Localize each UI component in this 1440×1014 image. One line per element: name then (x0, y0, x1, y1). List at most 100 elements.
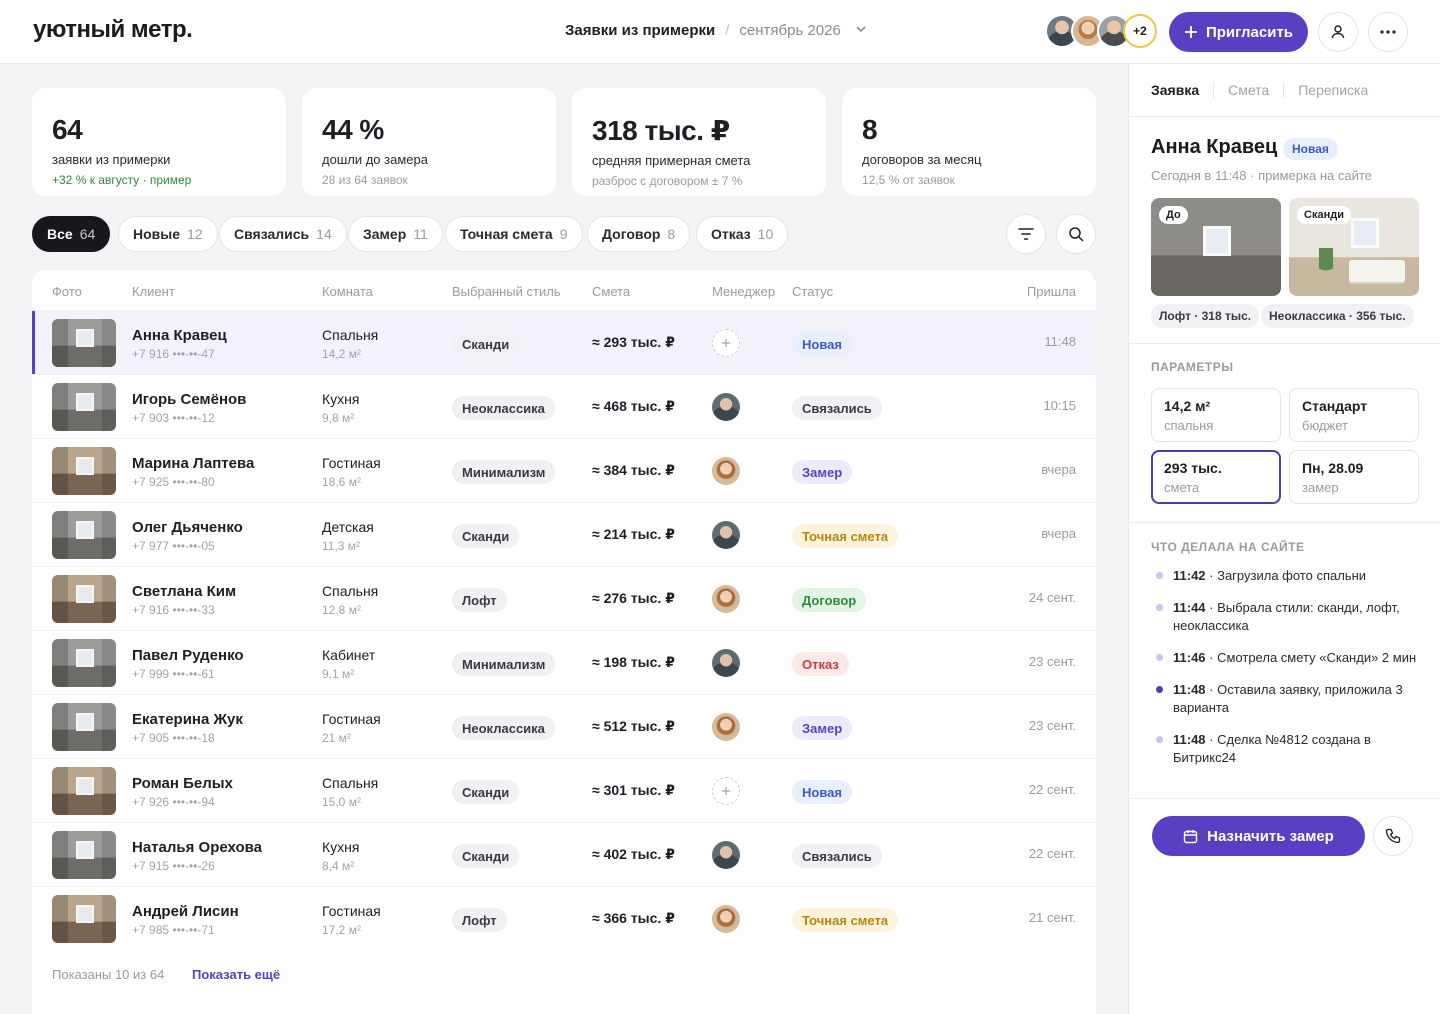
status-badge[interactable]: Точная смета (792, 524, 899, 548)
room-area: 12,8 м² (322, 603, 361, 617)
status-badge[interactable]: Связались (792, 396, 882, 420)
tab-request[interactable]: Заявка (1151, 82, 1215, 98)
variant-caption[interactable]: Неоклассика · 356 тыс. (1261, 304, 1414, 328)
status-badge[interactable]: Отказ (792, 652, 849, 676)
client-name[interactable]: Марина Лаптева (132, 455, 254, 472)
column-header[interactable]: Статус (792, 284, 833, 299)
divider (1129, 343, 1440, 344)
status-badge[interactable]: Замер (792, 460, 853, 484)
avatars-more[interactable]: +2 (1123, 14, 1157, 48)
filter-button[interactable] (1006, 214, 1046, 254)
style-tag: Сканди (452, 844, 520, 868)
room-thumbnail[interactable] (52, 831, 116, 879)
table-row[interactable]: Екатерина Жук +7 905 •••-••-18 Гостиная 21 … (32, 694, 1096, 758)
room-thumbnail[interactable] (52, 639, 116, 687)
room-thumbnail[interactable] (52, 575, 116, 623)
client-name[interactable]: Роман Белых (132, 775, 233, 792)
tab-chat[interactable]: Переписка (1298, 82, 1382, 98)
filter-contract[interactable]: Договор 8 (587, 216, 691, 252)
table-row[interactable]: Марина Лаптева +7 925 •••-••-80 Гостиная 18… (32, 438, 1096, 502)
variant-caption[interactable]: Лофт · 318 тыс. (1151, 304, 1260, 328)
client-name[interactable]: Павел Руденко (132, 647, 244, 664)
room-area: 11,3 м² (322, 539, 361, 553)
status-badge[interactable]: Связались (792, 844, 882, 868)
style-tag: Минимализм (452, 460, 556, 484)
client-name[interactable]: Олег Дьяченко (132, 519, 243, 536)
filter-new[interactable]: Новые 12 (118, 216, 218, 252)
show-more-link[interactable]: Показать ещё (192, 967, 280, 982)
client-phone: +7 903 •••-••-12 (132, 411, 215, 425)
tab-estimate[interactable]: Смета (1228, 82, 1285, 98)
filter-all[interactable]: Все 64 (32, 216, 111, 252)
photo-before[interactable]: До (1151, 198, 1281, 296)
column-header[interactable]: Пришла (1027, 284, 1076, 299)
status-badge[interactable]: Точная смета (792, 908, 899, 932)
column-header[interactable]: Клиент (132, 284, 175, 299)
column-header[interactable]: Менеджер (712, 284, 775, 299)
table-row[interactable]: Роман Белых +7 926 •••-••-94 Спальня 15,0 м… (32, 758, 1096, 822)
chevron-down-icon[interactable] (855, 23, 867, 38)
filter-measure[interactable]: Замер 11 (348, 216, 443, 252)
kpi-card: 318 тыс. ₽ средняя примерная смета разбр… (572, 88, 826, 196)
manager-avatar[interactable] (712, 393, 740, 421)
assign-manager-button[interactable] (712, 329, 740, 357)
manager-avatar[interactable] (712, 905, 740, 933)
manager-avatar[interactable] (712, 649, 740, 677)
table-row[interactable]: Игорь Семёнов +7 903 •••-••-12 Кухня 9,8 м²… (32, 374, 1096, 438)
assign-manager-button[interactable] (712, 777, 740, 805)
param-budget: Стандарт бюджет (1289, 388, 1419, 442)
param-label: бюджет (1302, 418, 1348, 433)
client-name[interactable]: Андрей Лисин (132, 903, 239, 920)
manager-avatar[interactable] (712, 521, 740, 549)
client-name[interactable]: Игорь Семёнов (132, 391, 246, 408)
room-thumbnail[interactable] (52, 511, 116, 559)
column-header[interactable]: Комната (322, 284, 373, 299)
param-estimate[interactable]: 293 тыс. смета (1151, 450, 1281, 504)
table-row[interactable]: Анна Кравец +7 916 •••-••-47 Спальня 14,2 м… (32, 310, 1096, 375)
book-measure-button[interactable]: Назначить замер (1152, 816, 1365, 856)
status-badge[interactable]: Новая (792, 780, 852, 804)
invite-button[interactable]: Пригласить (1169, 12, 1308, 52)
table-row[interactable]: Андрей Лисин +7 985 •••-••-71 Гостиная 17,2… (32, 886, 1096, 950)
manager-avatar[interactable] (712, 841, 740, 869)
profile-button[interactable] (1318, 12, 1358, 52)
room-type: Спальня (322, 327, 379, 343)
more-button[interactable] (1368, 12, 1408, 52)
column-header[interactable]: Смета (592, 284, 630, 299)
room-thumbnail[interactable] (52, 895, 116, 943)
manager-avatar[interactable] (712, 713, 740, 741)
room-thumbnail[interactable] (52, 319, 116, 367)
call-button[interactable] (1373, 816, 1413, 856)
filter-contacted[interactable]: Связались 14 (219, 216, 347, 252)
search-button[interactable] (1056, 214, 1096, 254)
manager-avatar[interactable] (712, 457, 740, 485)
status-badge[interactable]: Замер (792, 716, 853, 740)
client-name[interactable]: Наталья Орехова (132, 839, 262, 856)
filter-refusal[interactable]: Отказ 10 (696, 216, 789, 252)
filter-exact-estimate[interactable]: Точная смета 9 (445, 216, 583, 252)
room-thumbnail[interactable] (52, 383, 116, 431)
room-thumbnail[interactable] (52, 447, 116, 495)
table-row[interactable]: Светлана Ким +7 916 •••-••-33 Спальня 12,8 … (32, 566, 1096, 630)
manager-avatar[interactable] (712, 585, 740, 613)
status-badge[interactable]: Договор (792, 588, 867, 612)
team-avatars[interactable]: +2 (1045, 14, 1157, 48)
client-name[interactable]: Екатерина Жук (132, 711, 243, 728)
breadcrumb: Заявки из примерки / сентябрь 2026 (565, 22, 867, 39)
wall-shape (52, 703, 68, 751)
room-thumbnail[interactable] (52, 703, 116, 751)
status-badge[interactable]: Новая (792, 332, 852, 356)
column-header[interactable]: Выбранный стиль (452, 284, 561, 299)
wall-shape (52, 447, 68, 495)
photo-after[interactable]: Сканди (1289, 198, 1419, 296)
room-thumbnail[interactable] (52, 767, 116, 815)
client-name[interactable]: Светлана Ким (132, 583, 236, 600)
table-row[interactable]: Наталья Орехова +7 915 •••-••-26 Кухня 8,4 … (32, 822, 1096, 886)
client-name[interactable]: Анна Кравец (132, 327, 227, 344)
filter-label: Отказ (711, 226, 751, 242)
period-select[interactable]: сентябрь 2026 (739, 22, 840, 39)
table-row[interactable]: Олег Дьяченко +7 977 •••-••-05 Детская 11,3… (32, 502, 1096, 566)
param-measure-date[interactable]: Пн, 28.09 замер (1289, 450, 1419, 504)
table-row[interactable]: Павел Руденко +7 999 •••-••-61 Кабинет 9,1 … (32, 630, 1096, 694)
logo[interactable]: уютный метр. (33, 16, 193, 44)
